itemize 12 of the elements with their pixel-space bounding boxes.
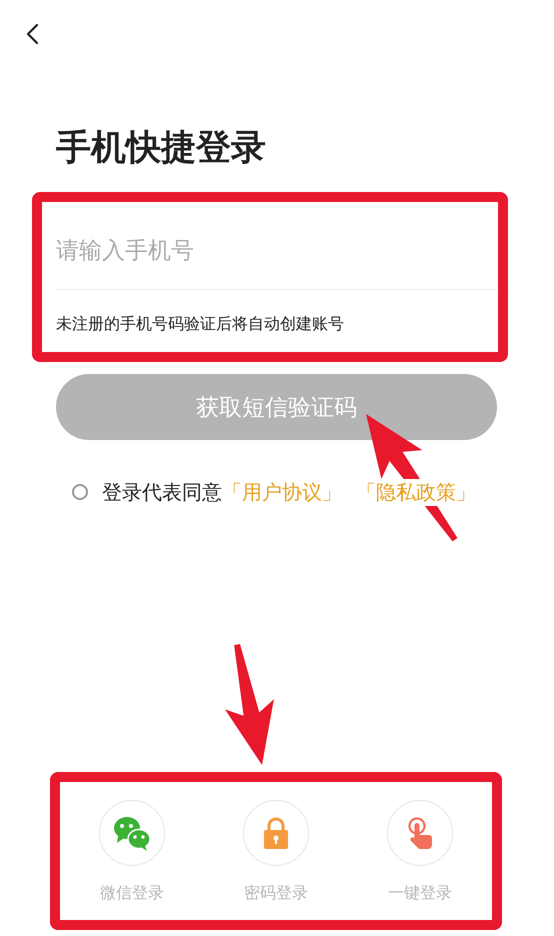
pointing-hand-icon xyxy=(407,816,433,850)
agreement-text: 登录代表同意 xyxy=(102,478,222,506)
hint-text: 未注册的手机号码验证后将自动创建账号 xyxy=(56,313,345,335)
login-option-label: 密码登录 xyxy=(244,882,308,904)
padlock-icon xyxy=(262,817,290,849)
back-button[interactable] xyxy=(24,22,40,46)
login-option-label: 一键登录 xyxy=(388,882,452,904)
page-title: 手机快捷登录 xyxy=(56,127,267,170)
chat-bubbles-icon xyxy=(112,814,152,852)
login-option-label: 微信登录 xyxy=(100,882,164,904)
back-icon xyxy=(24,22,40,46)
agree-radio[interactable] xyxy=(72,484,88,500)
